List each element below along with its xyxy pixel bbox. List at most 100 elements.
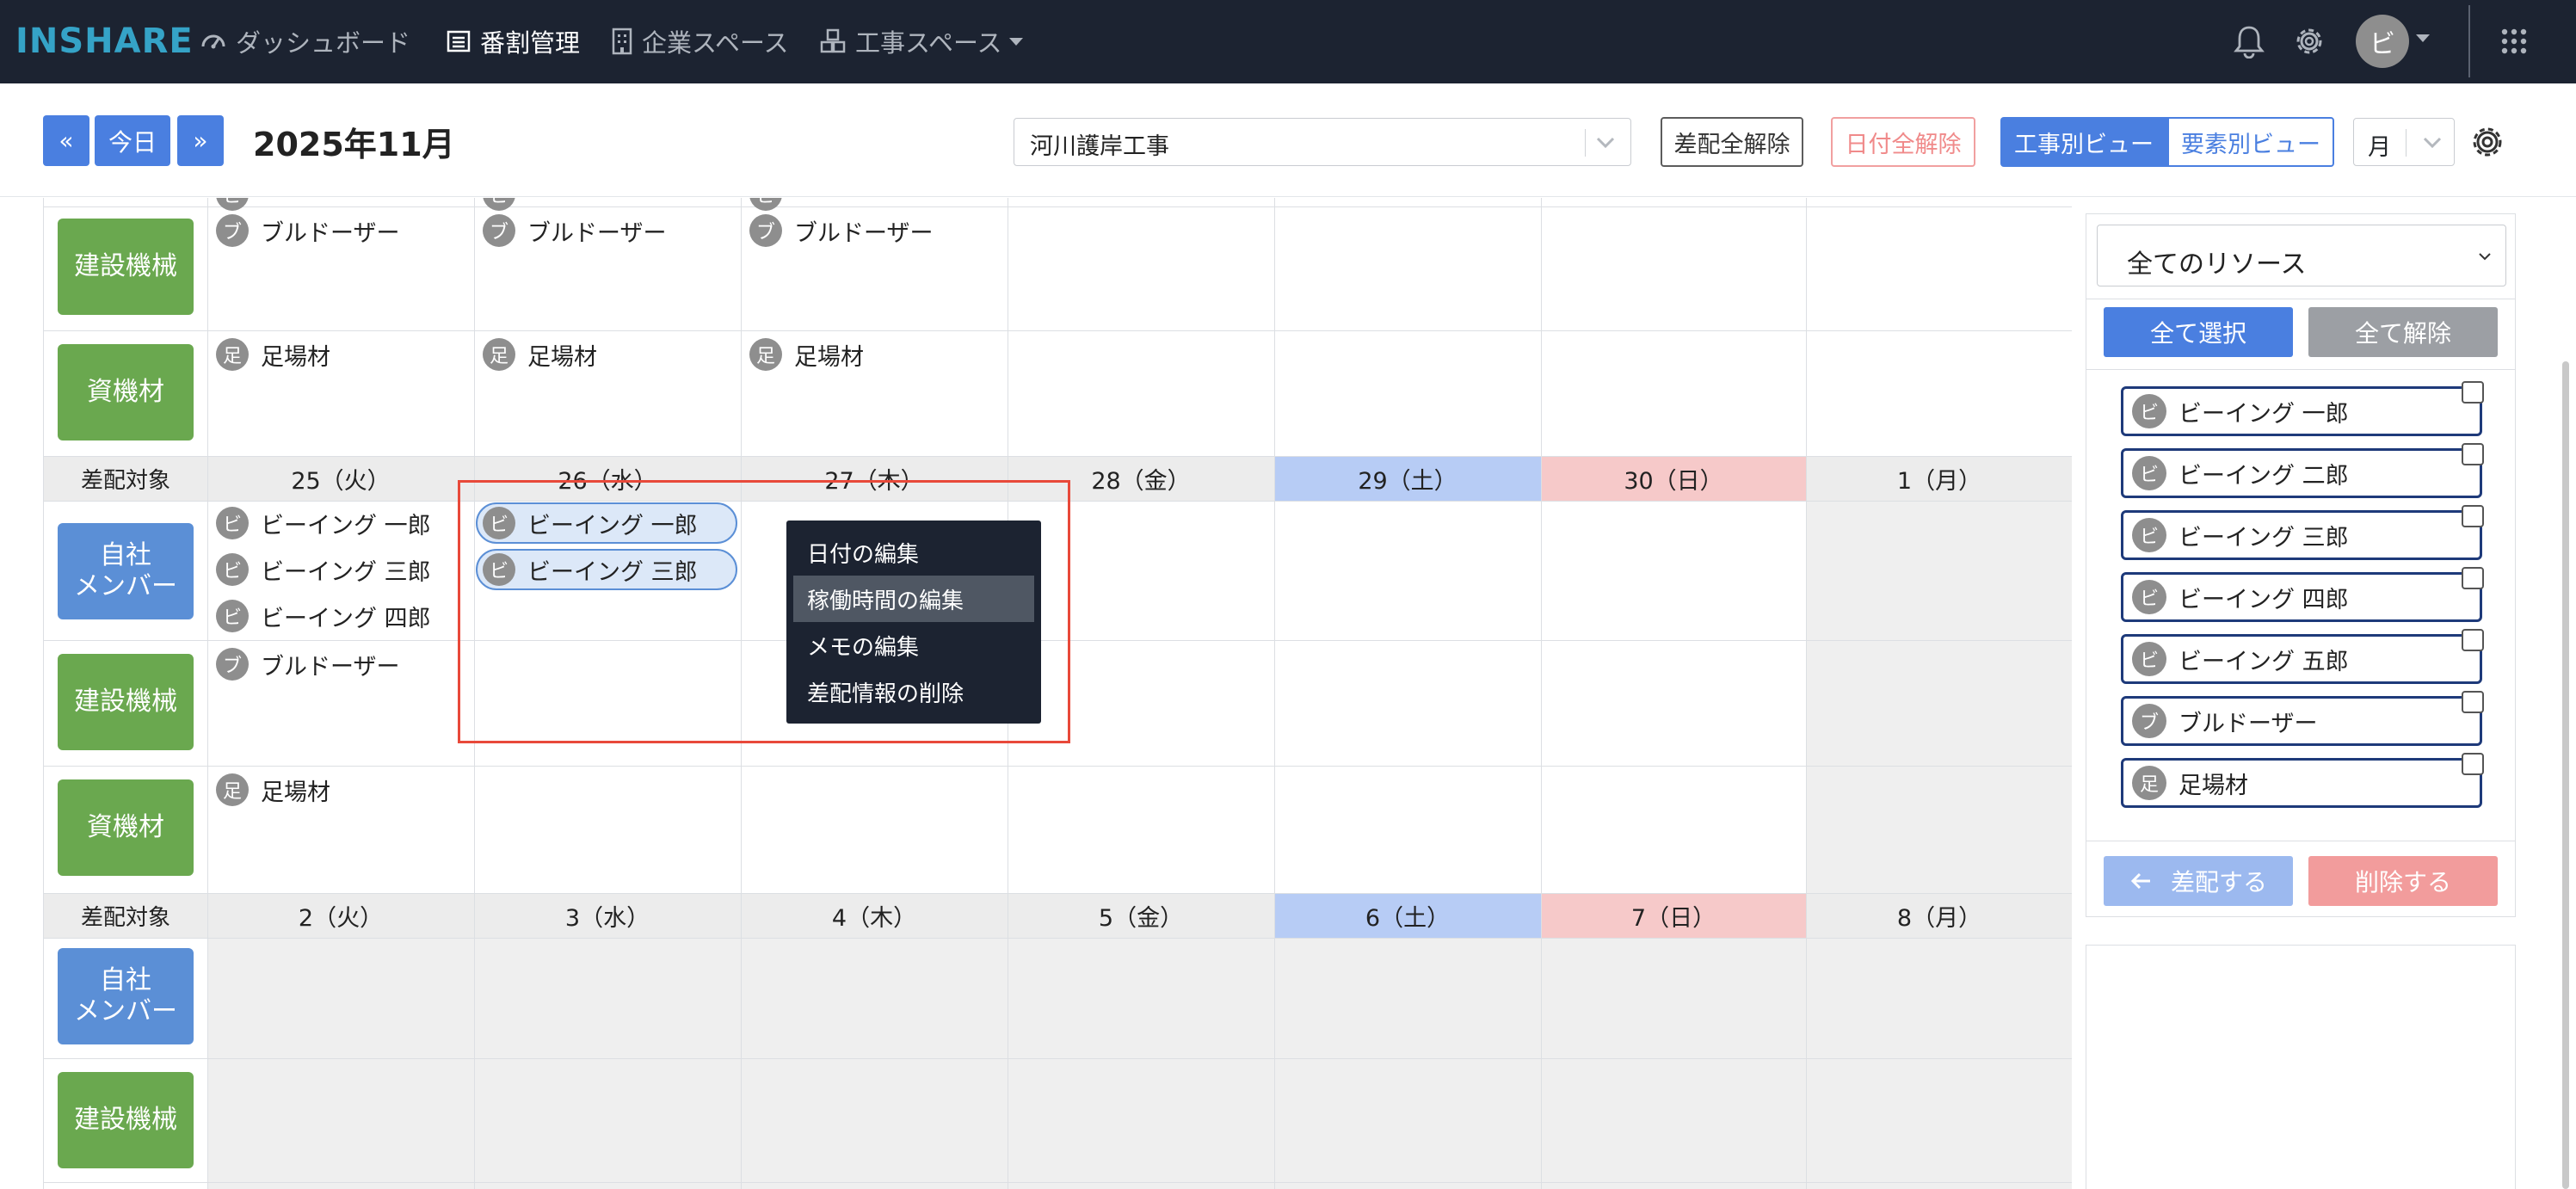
date-cell[interactable]: 3（水） [474,893,741,938]
assign-button[interactable]: 差配する [2104,856,2293,906]
boxes-icon [820,28,846,53]
grid-line [44,938,2072,939]
category-member-button[interactable]: 自社 メンバー [58,523,194,619]
category-machine-button[interactable]: 建設機械 [58,654,194,750]
resource-item-machine[interactable]: ブブルドーザー [216,645,399,683]
chevron-down-icon [2421,131,2444,157]
period-select-value: 月 [2368,134,2391,161]
date-cell-sunday[interactable]: 30（日） [1541,456,1806,501]
resource-item-member[interactable]: ビビーイング 一郎 [216,504,431,542]
resource-checkbox[interactable] [2462,753,2484,775]
resource-checkbox[interactable] [2462,629,2484,651]
select-all-button[interactable]: 全て選択 [2104,307,2293,357]
grid-line [44,330,2072,331]
view-by-element-button[interactable]: 要素別ビュー [2167,117,2334,167]
date-cell[interactable]: 8（月） [1806,893,2072,938]
resource-name: 足場材 [2179,772,2248,799]
nav-assignment-label: 番割管理 [480,28,581,58]
panel-divider [2086,369,2515,370]
calendar-settings-gear-icon[interactable] [2468,123,2506,164]
detail-panel [2086,945,2516,1189]
date-cell-saturday[interactable]: 6（土） [1274,893,1541,938]
app-logo[interactable]: INSHARE [15,24,194,59]
view-by-project-button[interactable]: 工事別ビュー [2000,117,2167,167]
date-cell[interactable]: 25（火） [207,456,474,501]
resource-filter-value: 全てのリソース [2127,250,2307,280]
date-cell[interactable]: 4（木） [741,893,1008,938]
resource-card[interactable]: ビビーイング 一郎 [2121,386,2482,436]
notification-bell-icon[interactable] [2230,22,2268,60]
delete-button[interactable]: 削除する [2308,856,2498,906]
resource-item-machine[interactable]: ブブルドーザー [483,212,666,250]
nav-assignment[interactable]: 番割管理 [446,22,580,60]
category-material-button[interactable]: 資機材 [58,779,194,876]
today-button[interactable]: 今日 [95,115,170,166]
chevron-down-icon [1594,131,1617,157]
resource-card[interactable]: ブブルドーザー [2121,696,2482,746]
resource-badge: 足 [216,773,249,806]
resource-filter-select[interactable]: 全てのリソース [2097,225,2506,286]
date-cell[interactable]: 2（火） [207,893,474,938]
ctx-edit-memo[interactable]: メモの編集 [793,622,1034,668]
resource-item-material[interactable]: 足足場材 [749,336,864,373]
resource-item-material[interactable]: 足足場材 [216,771,330,809]
apps-grid-icon[interactable] [2495,22,2533,60]
nav-divider [2468,5,2470,77]
resource-checkbox[interactable] [2462,567,2484,589]
resource-item-material[interactable]: 足足場材 [216,336,330,373]
resource-item-machine[interactable]: ブブルドーザー [216,212,399,250]
nav-dashboard-label: ダッシュボード [236,28,411,58]
resource-item-member[interactable]: ビビーイング 三郎 [216,551,431,588]
resource-checkbox[interactable] [2462,691,2484,713]
date-cell[interactable]: 5（金） [1008,893,1274,938]
resource-name: 足場材 [527,343,597,371]
date-cell-sunday[interactable]: 7（日） [1541,893,1806,938]
user-menu-caret-icon[interactable] [2416,34,2430,42]
grid-line [44,456,2072,457]
resource-item-material[interactable]: 足足場材 [483,336,597,373]
resource-checkbox[interactable] [2462,381,2484,404]
resource-card[interactable]: ビビーイング 五郎 [2121,634,2482,684]
nav-construction-space-label: 工事スペース [855,28,1002,58]
prev-month-button[interactable]: « [43,115,89,166]
category-member-button[interactable]: 自社 メンバー [58,948,194,1044]
resource-item-machine[interactable]: ブブルドーザー [749,212,933,250]
resource-card[interactable]: ビビーイング 四郎 [2121,572,2482,622]
ctx-edit-working-hours[interactable]: 稼働時間の編集 [793,576,1034,622]
deselect-all-button[interactable]: 全て解除 [2308,307,2498,357]
page-scrollbar[interactable] [2562,361,2569,1189]
clear-all-assign-button[interactable]: 差配全解除 [1661,117,1803,167]
resource-card[interactable]: ビビーイング 三郎 [2121,510,2482,560]
resource-checkbox[interactable] [2462,443,2484,465]
resource-panel: 全てのリソース 全て選択 全て解除 ビビーイング 一郎 ビビーイング 二郎 ビビ… [2086,213,2516,917]
category-machine-button[interactable]: 建設機械 [58,1072,194,1168]
nav-dashboard[interactable]: ダッシュボード [200,22,410,60]
grid-line [1806,198,1807,1189]
clear-all-dates-button[interactable]: 日付全解除 [1831,117,1975,167]
user-avatar[interactable]: ビ [2356,15,2409,68]
category-material-button[interactable]: 資機材 [58,344,194,440]
date-cell-saturday[interactable]: 29（土） [1274,456,1541,501]
resource-card[interactable]: 足足場材 [2121,758,2482,808]
week-3-date-row: 差配対象 2（火） 3（水） 4（木） 5（金） 6（土） 7（日） 8（月） [44,893,2072,938]
next-month-button[interactable]: » [177,115,224,166]
resource-name: ビーイング 三郎 [261,558,431,586]
resource-badge: ブ [216,214,249,247]
ctx-edit-date[interactable]: 日付の編集 [793,529,1034,576]
project-select[interactable]: 河川護岸工事 [1014,118,1631,166]
date-cell[interactable]: 1（月） [1806,456,2072,501]
category-machine-button[interactable]: 建設機械 [58,219,194,315]
resource-checkbox[interactable] [2462,505,2484,527]
ctx-delete-assignment[interactable]: 差配情報の削除 [793,668,1034,715]
resource-item-member[interactable]: ビビーイング 四郎 [216,597,431,635]
resource-name: ブルドーザー [261,219,400,247]
nav-construction-space[interactable]: 工事スペース [819,22,1023,60]
resource-badge: ブ [216,648,249,681]
resource-card[interactable]: ビビーイング 二郎 [2121,448,2482,498]
nav-company-space[interactable]: 企業スペース [611,22,789,60]
resource-badge: ブ [2132,704,2166,738]
settings-gear-icon[interactable] [2290,22,2328,60]
arrow-left-icon [2130,872,2150,890]
grid-line [44,206,2072,207]
period-select[interactable]: 月 [2353,118,2455,166]
